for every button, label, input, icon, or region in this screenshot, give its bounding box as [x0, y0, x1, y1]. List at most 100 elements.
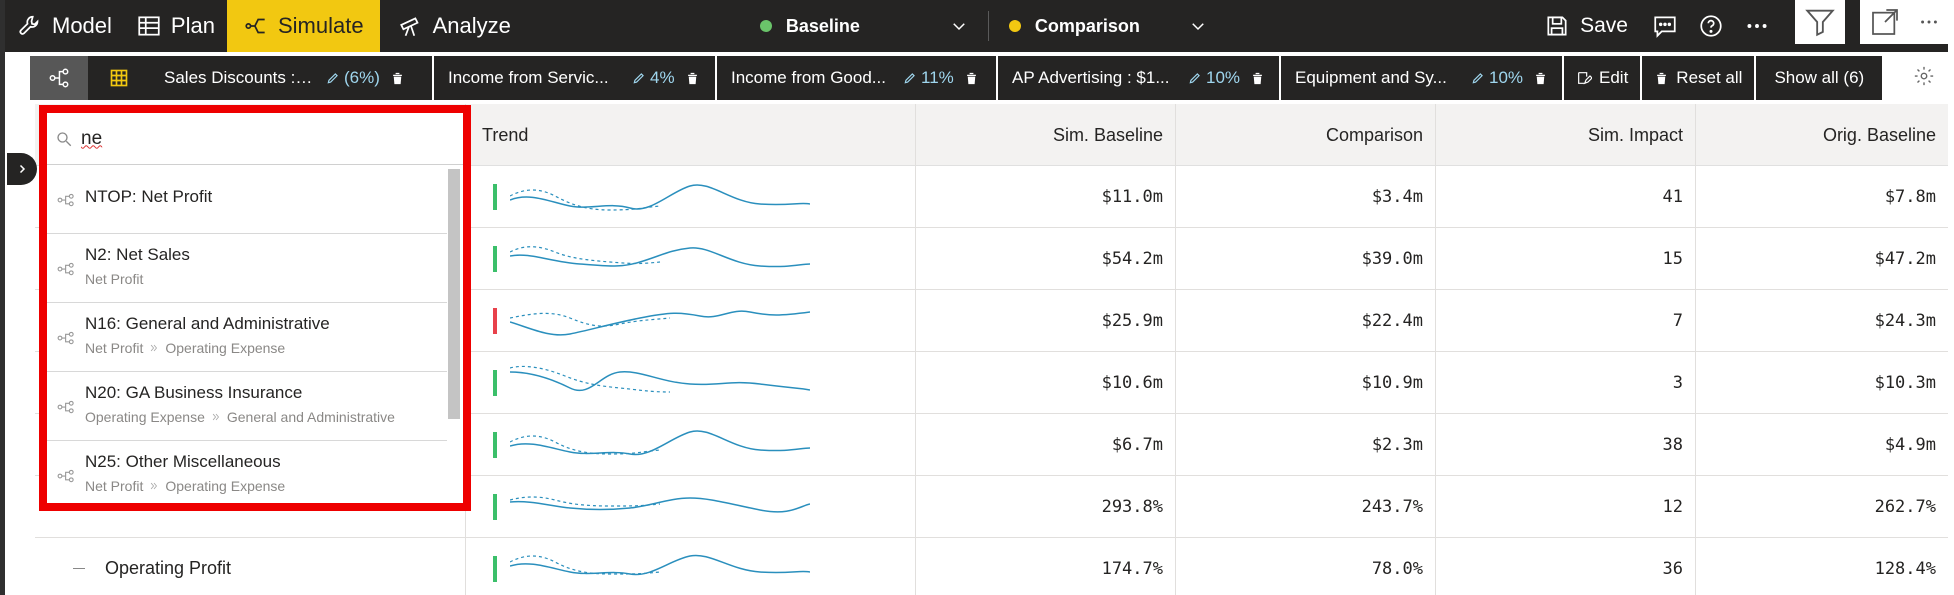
filter-chip-value[interactable]: 4%: [632, 68, 675, 88]
search-result-path: Operating Expense General and Administrat…: [85, 409, 395, 425]
tree-view-button[interactable]: [30, 56, 88, 100]
cell-orig-baseline: $47.2m: [1695, 228, 1948, 290]
column-header-label: Orig. Baseline: [1822, 124, 1936, 145]
cell-sim-impact: 12: [1435, 476, 1695, 538]
cell-comparison: $10.9m: [1175, 352, 1435, 414]
trash-icon: [1536, 72, 1545, 84]
filter-chip-value[interactable]: 10%: [1188, 68, 1240, 88]
cell-sim-baseline: $11.0m: [915, 166, 1175, 228]
search-result-item[interactable]: N25: Other Miscellaneous Net Profit Opera…: [47, 441, 447, 503]
edit-label: Edit: [1599, 68, 1629, 87]
column-header-trend[interactable]: Trend: [465, 104, 915, 166]
expand-panel-button[interactable]: [7, 153, 37, 185]
hierarchy-icon: [57, 193, 74, 207]
expand-button[interactable]: [1860, 0, 1910, 44]
search-result-item[interactable]: N2: Net Sales Net Profit: [47, 234, 447, 303]
filter-chip-name: AP Advertising : $1...: [1012, 68, 1170, 87]
tab-analyze[interactable]: Analyze: [380, 0, 523, 52]
help-button[interactable]: [1688, 0, 1734, 52]
tab-simulate[interactable]: Simulate: [226, 0, 380, 52]
tab-analyze-label: Analyze: [432, 13, 511, 38]
more-icon: [1921, 20, 1937, 24]
comparison-selector[interactable]: Comparison: [997, 0, 1219, 52]
delete-chip-button[interactable]: [685, 71, 700, 86]
table-row[interactable]: Operating Profit 174.7% 78.0% 36 128.4%: [35, 538, 1948, 595]
cell-comparison: 78.0%: [1175, 538, 1435, 595]
filter-button[interactable]: [1795, 0, 1845, 44]
row-collapse-toggle[interactable]: [73, 568, 85, 569]
comparison-dot: [1008, 20, 1021, 32]
filter-chip-value[interactable]: 10%: [1471, 68, 1523, 88]
trend-sparkline: [510, 496, 810, 513]
trend-sparkline: [510, 365, 810, 393]
expand-icon: [1872, 9, 1898, 35]
simulate-icon: [245, 18, 265, 34]
delete-chip-button[interactable]: [1533, 71, 1548, 86]
search-input[interactable]: [81, 127, 421, 150]
search-result-item[interactable]: N20: GA Business Insurance Operating Exp…: [47, 372, 447, 441]
cell-orig-baseline: $10.3m: [1695, 352, 1948, 414]
edit-button[interactable]: Edit: [1564, 56, 1641, 100]
baseline-selector[interactable]: Baseline: [748, 0, 980, 52]
column-header-sim-baseline[interactable]: Sim. Baseline: [915, 104, 1175, 166]
hierarchy-icon: [57, 400, 74, 414]
cell-sim-baseline: $54.2m: [915, 228, 1175, 290]
column-header-label: Sim. Impact: [1587, 124, 1683, 145]
save-button[interactable]: Save: [1530, 0, 1642, 52]
filter-chip-pct: 11%: [921, 68, 954, 87]
filter-chip[interactable]: Income from Servic... 4%: [434, 56, 715, 100]
cell-sim-impact: 15: [1435, 228, 1695, 290]
delete-chip-button[interactable]: [1250, 71, 1265, 86]
cell-sim-baseline: $6.7m: [915, 414, 1175, 476]
filter-chip[interactable]: AP Advertising : $1... 10%: [998, 56, 1279, 100]
filter-chip[interactable]: Equipment and Sy... 10%: [1281, 56, 1562, 100]
search-result-title: N20: GA Business Insurance: [85, 383, 303, 402]
column-header-sim-impact[interactable]: Sim. Impact: [1435, 104, 1695, 166]
column-header-orig-baseline[interactable]: Orig. Baseline: [1695, 104, 1948, 166]
filter-chip-value[interactable]: 11%: [903, 68, 954, 88]
filter-chip-name: Equipment and Sy...: [1295, 68, 1447, 87]
right-toolbar: Save: [1530, 0, 1780, 52]
baseline-dot: [759, 20, 772, 32]
filter-icon: [1805, 9, 1835, 37]
wrench-icon: [19, 15, 39, 35]
search-result-path: Net Profit Operating Expense: [85, 340, 285, 356]
show-all-button[interactable]: Show all (6): [1756, 56, 1883, 100]
search-result-item[interactable]: N16: General and Administrative Net Prof…: [47, 303, 447, 372]
cell-sim-baseline: 293.8%: [915, 476, 1175, 538]
cell-sim-baseline: $25.9m: [915, 290, 1175, 352]
comment-button[interactable]: [1642, 0, 1688, 52]
cell-orig-baseline: 128.4%: [1695, 538, 1948, 595]
filter-chip-pct: 10%: [1489, 68, 1524, 87]
chevron-right-icon: [151, 482, 158, 490]
tab-simulate-label: Simulate: [277, 13, 364, 38]
path-segment: Net Profit: [85, 340, 144, 356]
search-result-title: N16: General and Administrative: [85, 314, 330, 333]
comparison-label: Comparison: [1034, 15, 1140, 36]
filter-chip-name: Income from Servic...: [448, 68, 609, 87]
more-button[interactable]: [1734, 0, 1780, 52]
filter-chip[interactable]: Sales Discounts : ... (6%): [150, 56, 432, 100]
delete-chip-button[interactable]: [964, 71, 979, 86]
filter-chip-name: Income from Good...: [731, 68, 886, 87]
trend-sparkline: [510, 554, 810, 576]
show-all-label: Show all (6): [1774, 68, 1865, 87]
search-results: NTOP: Net Profit N2: Net Sales Net Profi…: [47, 165, 463, 503]
trend-bar: [493, 246, 497, 272]
settings-button[interactable]: [1900, 54, 1948, 98]
filter-chip-pct: 10%: [1206, 68, 1241, 87]
delete-chip-button[interactable]: [390, 71, 405, 86]
filter-chip-value[interactable]: (6%): [326, 68, 380, 88]
tab-plan[interactable]: Plan: [124, 0, 227, 52]
cell-sim-baseline: $10.6m: [915, 352, 1175, 414]
scrollbar-thumb[interactable]: [448, 169, 460, 419]
column-header-comparison[interactable]: Comparison: [1175, 104, 1435, 166]
more-options-button[interactable]: [1910, 0, 1948, 44]
search-result-item[interactable]: NTOP: Net Profit: [47, 165, 447, 234]
filter-chip[interactable]: Income from Good... 11%: [717, 56, 996, 100]
grid-view-button[interactable]: [88, 56, 150, 100]
tab-model[interactable]: Model: [5, 0, 124, 52]
cell-comparison: 243.7%: [1175, 476, 1435, 538]
reset-all-button[interactable]: Reset all: [1642, 56, 1755, 100]
save-icon: [1547, 16, 1567, 36]
